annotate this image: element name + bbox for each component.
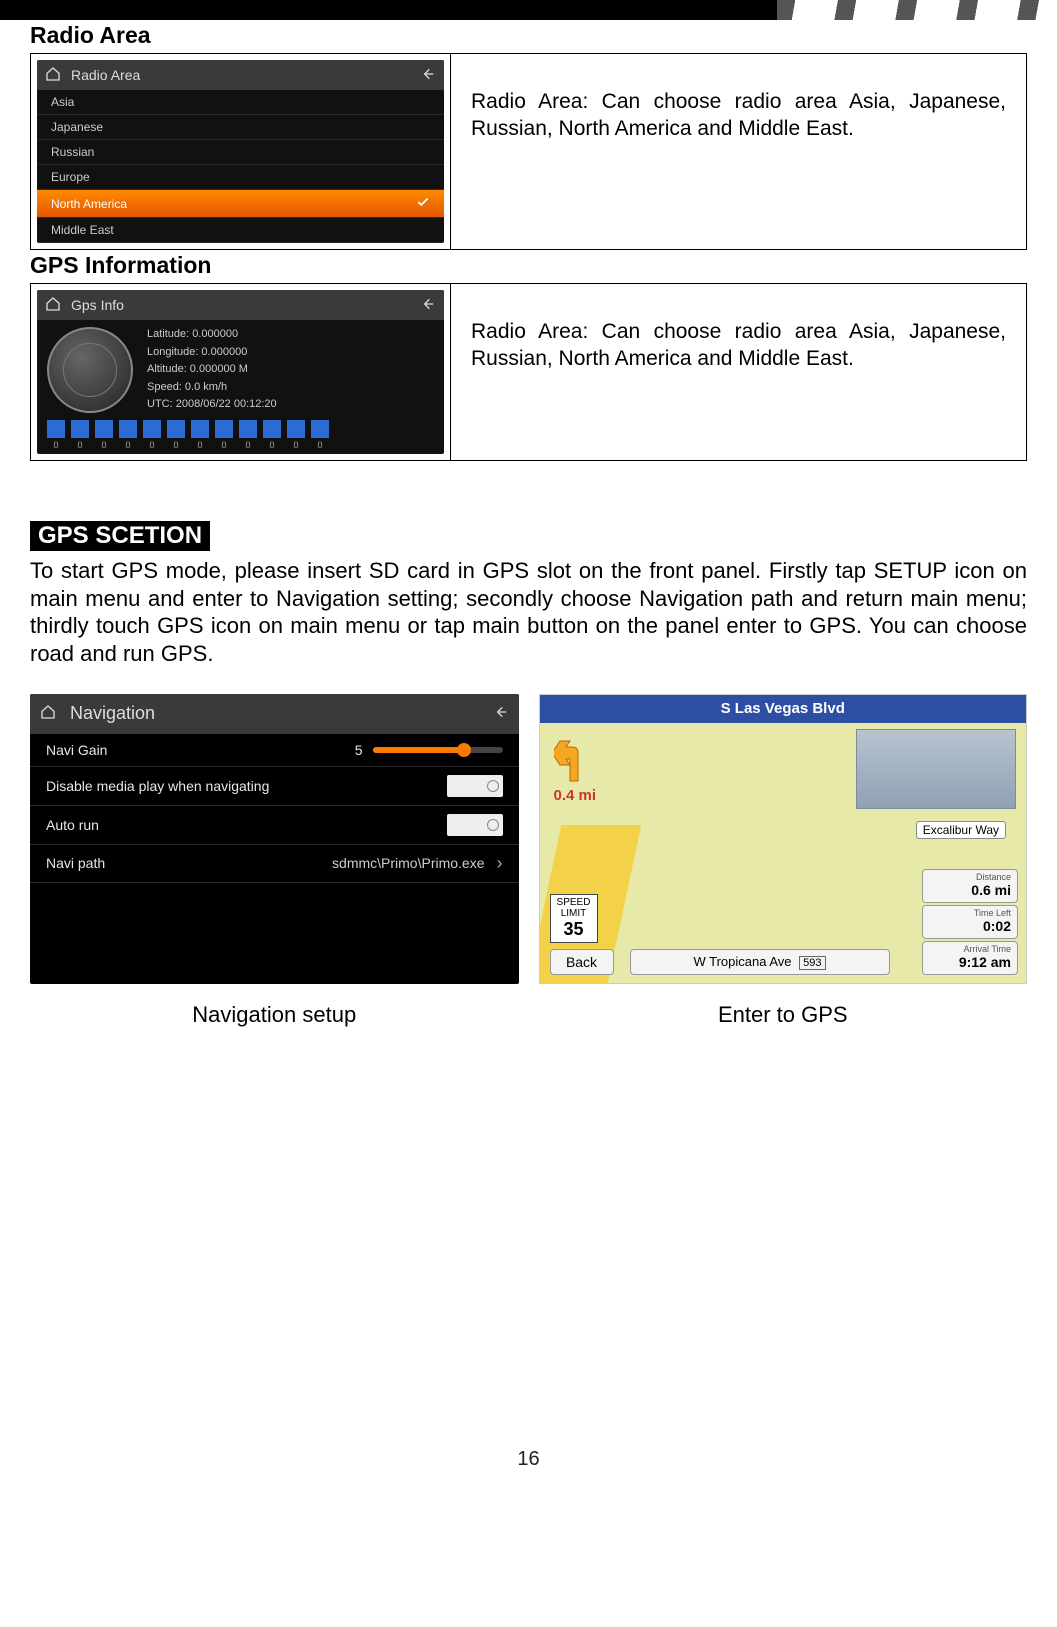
signal-bar: 0 xyxy=(191,420,209,450)
back-button[interactable]: Back xyxy=(550,949,614,975)
map-bottom-road: W Tropicana Ave 593 xyxy=(630,949,890,975)
bottom-road-name: W Tropicana Ave xyxy=(693,954,791,969)
turn-arrow-icon xyxy=(554,731,608,785)
gps-lat: Latitude: 0.000000 xyxy=(147,326,277,344)
heading-gps-scetion: GPS SCETION xyxy=(30,521,210,551)
info-time-left: Time Left 0:02 xyxy=(922,905,1018,939)
home-icon[interactable] xyxy=(45,296,61,315)
radio-area-item[interactable]: North America xyxy=(37,190,444,218)
caption-navigation-setup: Navigation setup xyxy=(30,1002,519,1028)
label-disable-media: Disable media play when navigating xyxy=(46,778,269,794)
gps-signal-bars: 000000000000 xyxy=(47,420,434,450)
radio-area-item[interactable]: Middle East xyxy=(37,218,444,243)
signal-bar: 0 xyxy=(47,420,65,450)
signal-bar: 0 xyxy=(143,420,161,450)
gps-utc: UTC: 2008/06/22 00:12:20 xyxy=(147,396,277,414)
gps-speed: Speed: 0.0 km/h xyxy=(147,379,277,397)
chevron-right-icon[interactable]: › xyxy=(497,853,503,874)
label-navi-path: Navi path xyxy=(46,855,105,871)
label-navi-gain: Navi Gain xyxy=(46,742,107,758)
radio-area-list: AsiaJapaneseRussianEuropeNorth AmericaMi… xyxy=(37,90,444,243)
radio-area-item[interactable]: Asia xyxy=(37,90,444,115)
bottom-road-badge: 593 xyxy=(799,956,825,970)
turn-distance: 0.4 mi xyxy=(554,787,597,804)
gps-alt: Altitude: 0.000000 M xyxy=(147,361,277,379)
page-header-bar xyxy=(0,0,1057,20)
page-number: 16 xyxy=(30,1448,1027,1471)
radio-area-item[interactable]: Japanese xyxy=(37,115,444,140)
section-title-gps-info: GPS Information xyxy=(30,252,1027,279)
screen-title: Radio Area xyxy=(71,67,410,83)
screen-title: Gps Info xyxy=(71,297,410,313)
row-radio-area: Radio Area AsiaJapaneseRussianEuropeNort… xyxy=(30,53,1027,250)
slider-navi-gain[interactable] xyxy=(373,747,503,753)
screenshot-gps-info: Gps Info Latitude: 0.000000 Longitude: 0… xyxy=(31,284,451,460)
back-icon[interactable] xyxy=(420,296,436,315)
radio-area-item[interactable]: Russian xyxy=(37,140,444,165)
value-navi-path: sdmmc\Primo\Primo.exe xyxy=(332,855,484,871)
home-icon[interactable] xyxy=(45,66,61,85)
row-disable-media[interactable]: Disable media play when navigating xyxy=(30,767,519,806)
info-distance: Distance 0.6 mi xyxy=(922,869,1018,903)
speed-limit-label: SPEED LIMIT xyxy=(553,897,595,919)
screenshot-radio-area: Radio Area AsiaJapaneseRussianEuropeNort… xyxy=(31,54,451,249)
desc-radio-area: Radio Area: Can choose radio area Asia, … xyxy=(451,54,1026,249)
radio-area-item[interactable]: Europe xyxy=(37,165,444,190)
toggle-disable-media[interactable] xyxy=(447,775,503,797)
back-icon[interactable] xyxy=(493,704,509,724)
row-auto-run[interactable]: Auto run xyxy=(30,806,519,845)
signal-bar: 0 xyxy=(263,420,281,450)
signal-bar: 0 xyxy=(239,420,257,450)
signal-bar: 0 xyxy=(71,420,89,450)
section-title-radio-area: Radio Area xyxy=(30,22,1027,49)
caption-enter-gps: Enter to GPS xyxy=(539,1002,1028,1028)
poi-label: Excalibur Way xyxy=(916,821,1006,839)
globe-icon xyxy=(47,327,133,413)
screen-title: Navigation xyxy=(70,703,479,724)
label-auto-run: Auto run xyxy=(46,817,99,833)
signal-bar: 0 xyxy=(215,420,233,450)
screenshot-navigation-setup: Navigation Navi Gain 5 Disable media pla… xyxy=(30,694,519,984)
signal-bar: 0 xyxy=(119,420,137,450)
signal-bar: 0 xyxy=(167,420,185,450)
toggle-auto-run[interactable] xyxy=(447,814,503,836)
row-gps-info: Gps Info Latitude: 0.000000 Longitude: 0… xyxy=(30,283,1027,461)
row-navi-gain[interactable]: Navi Gain 5 xyxy=(30,734,519,767)
info-arrival: Arrival Time 9:12 am xyxy=(922,941,1018,975)
row-navi-path[interactable]: Navi path sdmmc\Primo\Primo.exe › xyxy=(30,845,519,883)
speed-limit-sign: SPEED LIMIT 35 xyxy=(550,894,598,943)
gps-scetion-body: To start GPS mode, please insert SD card… xyxy=(30,557,1027,668)
back-icon[interactable] xyxy=(420,66,436,85)
map-top-road: S Las Vegas Blvd xyxy=(540,695,1027,723)
screenshot-map: S Las Vegas Blvd 0.4 mi Excalibur Way SP… xyxy=(539,694,1028,984)
signal-bar: 0 xyxy=(95,420,113,450)
speed-limit-value: 35 xyxy=(553,919,595,940)
check-icon xyxy=(416,195,430,212)
desc-gps-info: Radio Area: Can choose radio area Asia, … xyxy=(451,284,1026,460)
value-navi-gain: 5 xyxy=(355,742,363,758)
map-city-skyline xyxy=(856,729,1016,809)
gps-lon: Longitude: 0.000000 xyxy=(147,344,277,362)
home-icon[interactable] xyxy=(40,704,56,724)
signal-bar: 0 xyxy=(287,420,305,450)
gps-readout: Latitude: 0.000000 Longitude: 0.000000 A… xyxy=(147,326,277,414)
signal-bar: 0 xyxy=(311,420,329,450)
